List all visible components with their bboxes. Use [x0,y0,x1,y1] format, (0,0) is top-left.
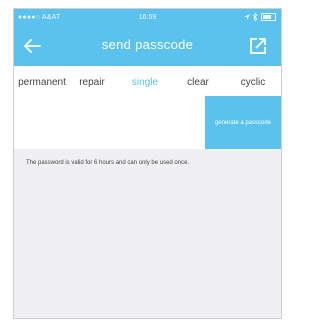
phone-screen: ●●●●○ A&AT 16:59 send passcode permanent… [13,8,282,319]
validity-note: The password is valid for 6 hours and ca… [26,160,190,166]
tab-permanent[interactable]: permanent [16,66,68,100]
battery-icon [261,13,276,21]
bluetooth-icon [253,13,258,21]
status-icons [244,13,276,21]
tab-repair[interactable]: repair [76,66,108,100]
header: ●●●●○ A&AT 16:59 send passcode [14,9,281,66]
passcode-row: generate a passcode [14,96,281,149]
share-icon[interactable] [248,36,268,56]
tab-cyclic[interactable]: cyclic [238,66,268,100]
location-icon [244,13,250,20]
page-title: send passcode [101,37,194,52]
generate-passcode-button[interactable]: generate a passcode [205,96,281,149]
status-bar: ●●●●○ A&AT 16:59 [14,11,281,25]
status-time: 16:59 [138,14,157,21]
tab-single[interactable]: single [123,66,167,100]
navbar: send passcode [14,27,281,65]
tab-clear[interactable]: clear [186,66,210,100]
